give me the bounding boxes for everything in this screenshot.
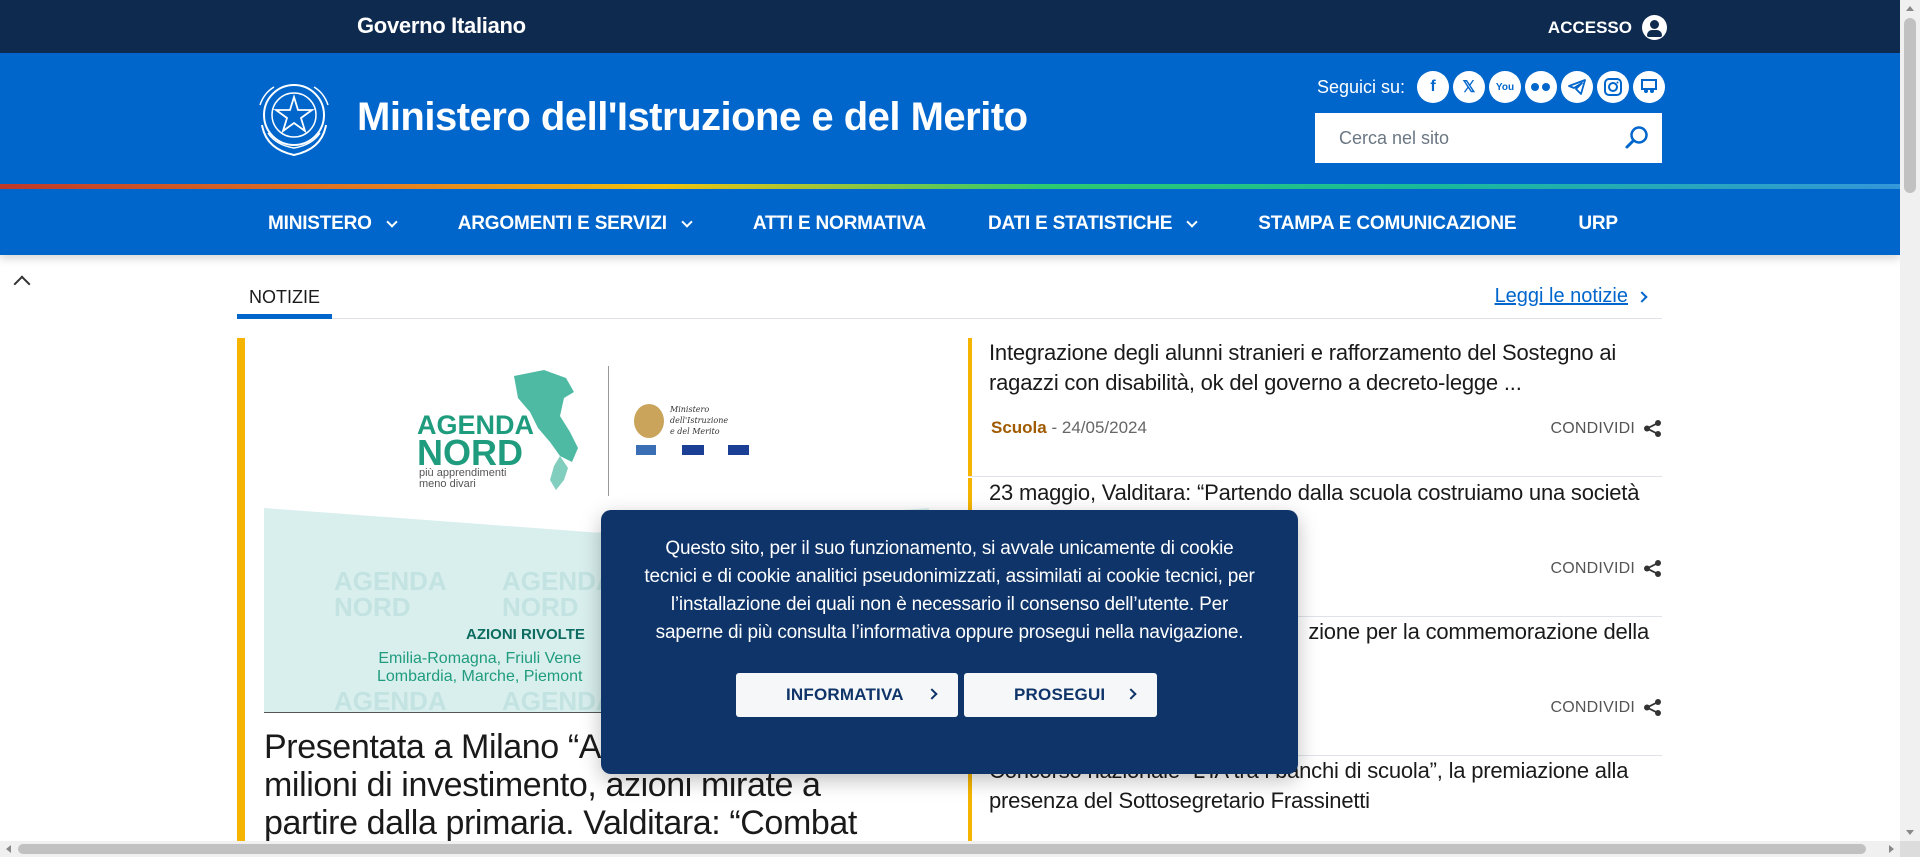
news-header: NOTIZIE Leggi le notizie — [237, 285, 1662, 319]
nord-logo-text: NORD — [417, 432, 523, 473]
scrollbar-corner — [1900, 841, 1920, 857]
watermark: AGENDA NORD — [334, 566, 447, 622]
nav-label: STAMPA E COMUNICAZIONE — [1258, 213, 1517, 234]
share-label: CONDIVIDI — [1550, 559, 1635, 577]
share-icon — [1644, 699, 1661, 716]
site-title[interactable]: Ministero dell'Istruzione e del Merito — [357, 95, 1028, 140]
social-bar: Seguici su: f 𝕏 You — [1317, 71, 1665, 103]
nav-label: ARGOMENTI E SERVIZI — [457, 213, 667, 234]
accent-bar — [237, 338, 245, 857]
page: Governo Italiano ACCESSO Ministero dell'… — [0, 0, 1920, 857]
news-item-category[interactable]: Scuola — [991, 418, 1047, 437]
access-button[interactable]: ACCESSO — [1548, 15, 1667, 40]
nav-label: ATTI E NORMATIVA — [752, 213, 926, 234]
telegram-icon[interactable] — [1561, 71, 1593, 103]
user-icon — [1642, 15, 1667, 40]
horizontal-scrollbar[interactable] — [0, 841, 1900, 857]
flickr-icon[interactable] — [1525, 71, 1557, 103]
chevron-right-icon — [1125, 688, 1137, 700]
republic-emblem-icon[interactable] — [254, 75, 334, 161]
news-item-title[interactable]: 23 maggio, Valditara: “Partendo dalla sc… — [989, 478, 1649, 508]
watermark: AGENDA — [502, 686, 615, 713]
read-news-label: Leggi le notizie — [1494, 285, 1628, 307]
governo-italiano-link[interactable]: Governo Italiano — [357, 13, 526, 39]
ministry-logo-text: Ministero dell'Istruzione e del Merito — [670, 404, 749, 437]
scroll-left-icon[interactable] — [6, 845, 11, 853]
ministry-logo: Ministero dell'Istruzione e del Merito — [634, 400, 749, 460]
ministry-line-1: Ministero dell'Istruzione — [670, 405, 729, 425]
nav-item-urp[interactable]: URP — [1578, 213, 1618, 235]
scrollbar-thumb[interactable] — [18, 844, 1866, 854]
logo-tagline: più apprendimenti meno divari — [419, 468, 506, 490]
chevron-right-icon — [1636, 290, 1648, 303]
prosegui-label: PROSEGUI — [1014, 685, 1106, 704]
tab-notizie[interactable]: NOTIZIE — [237, 285, 332, 319]
x-icon[interactable]: 𝕏 — [1453, 71, 1485, 103]
watermark: AGENDA NORD — [502, 566, 615, 622]
prosegui-button[interactable]: PROSEGUI — [964, 673, 1157, 717]
chevron-right-icon — [926, 688, 938, 700]
share-label: CONDIVIDI — [1550, 419, 1635, 437]
share-icon — [1644, 560, 1661, 577]
regions-text: Emilia-Romagna, Friuli Vene Lombardia, M… — [377, 650, 582, 686]
news-item-meta: Scuola - 24/05/2024 — [991, 418, 1147, 437]
access-label: ACCESSO — [1547, 17, 1632, 37]
nav-label: MINISTERO — [268, 213, 372, 234]
center-header: Ministero dell'Istruzione e del Merito S… — [0, 53, 1900, 184]
search-icon[interactable] — [1624, 125, 1650, 151]
share-icon — [1644, 420, 1661, 437]
search-input[interactable] — [1315, 127, 1605, 149]
share-button[interactable]: CONDIVIDI — [1551, 698, 1662, 717]
azioni-text: AZIONI RIVOLTE — [466, 626, 585, 643]
chevron-down-icon — [1186, 215, 1198, 228]
watermark: AGENDA — [334, 686, 447, 713]
slideshare-icon[interactable] — [1633, 71, 1665, 103]
logo-divider — [608, 366, 609, 496]
nav-label: DATI E STATISTICHE — [987, 213, 1173, 234]
informativa-label: INFORMATIVA — [786, 685, 904, 704]
scroll-down-icon[interactable] — [1906, 830, 1914, 835]
accent-bar — [968, 338, 972, 476]
ministry-line-2: e del Merito — [670, 427, 720, 436]
slim-header: Governo Italiano ACCESSO — [0, 0, 1900, 53]
nav-item-atti-normativa[interactable]: ATTI E NORMATIVA — [753, 213, 926, 235]
regions-line-2: Lombardia, Marche, Piemont — [377, 668, 583, 685]
youtube-icon[interactable]: You — [1489, 71, 1521, 103]
share-button[interactable]: CONDIVIDI — [1551, 419, 1662, 438]
share-label: CONDIVIDI — [1550, 698, 1635, 716]
scroll-up-icon[interactable] — [1906, 6, 1914, 11]
ministry-seal-icon — [634, 404, 664, 438]
eu-funding-logos — [636, 445, 749, 455]
share-button[interactable]: CONDIVIDI — [1551, 559, 1662, 578]
chevron-down-icon — [681, 215, 693, 228]
nav-item-stampa-comunicazione[interactable]: STAMPA E COMUNICAZIONE — [1258, 213, 1516, 235]
vertical-scrollbar[interactable] — [1900, 0, 1920, 841]
news-item[interactable]: Integrazione degli alunni stranieri e ra… — [968, 338, 1662, 477]
tagline-line-2: meno divari — [419, 478, 476, 490]
nav-item-argomenti-servizi[interactable]: ARGOMENTI E SERVIZI — [457, 213, 693, 235]
back-to-top-icon[interactable] — [13, 275, 31, 293]
scrollbar-thumb[interactable] — [1904, 18, 1916, 193]
regions-line-1: Emilia-Romagna, Friuli Vene — [378, 650, 582, 667]
nav-item-ministero[interactable]: MINISTERO — [268, 213, 398, 235]
nav-label: URP — [1578, 213, 1618, 234]
informativa-button[interactable]: INFORMATIVA — [736, 673, 958, 717]
scroll-right-icon[interactable] — [1889, 845, 1894, 853]
facebook-icon[interactable]: f — [1417, 71, 1449, 103]
main-nav: MINISTERO ARGOMENTI E SERVIZI ATTI E NOR… — [0, 189, 1900, 255]
cookie-message: Questo sito, per il suo funzionamento, s… — [644, 538, 1255, 643]
nav-item-dati-statistiche[interactable]: DATI E STATISTICHE — [987, 213, 1198, 235]
read-news-link[interactable]: Leggi le notizie — [1494, 285, 1648, 308]
news-item-title[interactable]: Integrazione degli alunni stranieri e ra… — [989, 338, 1649, 398]
cookie-banner: Questo sito, per il suo funzionamento, s… — [601, 510, 1298, 774]
search-box — [1315, 113, 1662, 163]
social-label: Seguici su: — [1316, 76, 1405, 97]
news-item-date: 24/05/2024 — [1061, 418, 1147, 437]
chevron-down-icon — [386, 215, 398, 228]
instagram-icon[interactable] — [1597, 71, 1629, 103]
